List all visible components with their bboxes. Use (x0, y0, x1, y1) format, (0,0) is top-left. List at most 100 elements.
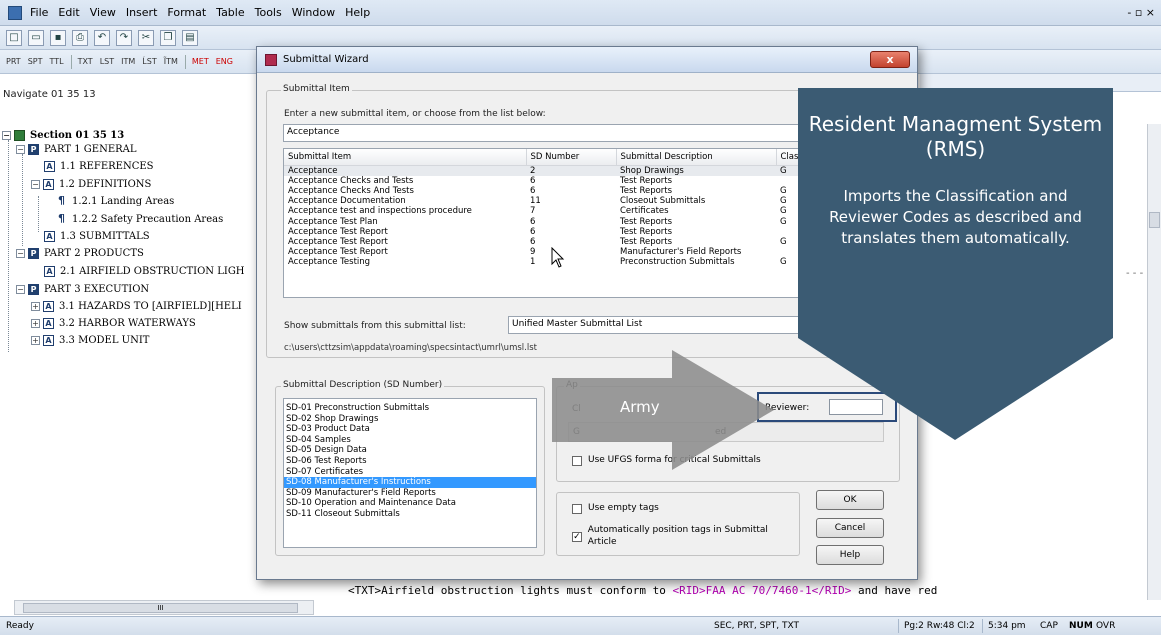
menu-edit[interactable]: Edit (58, 6, 79, 19)
tree-item-part2[interactable]: − P PART 2 PRODUCTS (16, 246, 144, 260)
table-row[interactable]: Acceptance 2 Shop Drawings G (284, 165, 827, 176)
table-cell: 9 (530, 247, 536, 258)
tree-item-airfield-obstruction[interactable]: A 2.1 AIRFIELD OBSTRUCTION LIGH (44, 264, 245, 278)
table-row[interactable]: Acceptance Checks and Tests 6 Test Reports (284, 176, 827, 186)
column-header[interactable]: Submittal Item (284, 149, 527, 166)
tree-item-landing-areas[interactable]: ¶ 1.2.1 Landing Areas (56, 194, 174, 208)
menu-table[interactable]: Table (216, 6, 244, 19)
checkbox-box[interactable] (572, 504, 582, 514)
toolbar-separator (70, 54, 72, 69)
editor-code-line[interactable]: <TXT>Airfield obstruction lights must co… (348, 584, 937, 597)
tag-itm2-button[interactable]: ĨTM (164, 57, 178, 66)
window-controls[interactable]: - ▫ × (1127, 6, 1155, 19)
menu-format[interactable]: Format (167, 6, 206, 19)
tag-lst2-button[interactable]: ĹST (142, 57, 156, 66)
undo-icon[interactable]: ↶ (94, 29, 110, 46)
table-row[interactable]: Acceptance Documentation 11 Closeout Submi… (284, 196, 827, 206)
collapse-icon[interactable]: − (16, 144, 25, 154)
new-file-icon[interactable]: □ (6, 29, 22, 46)
collapse-icon[interactable]: − (2, 130, 11, 140)
tree-item-section[interactable]: − Section 01 35 13 (2, 128, 124, 142)
tree-item-hazards[interactable]: + A 3.1 HAZARDS TO [AIRFIELD][HELI (31, 299, 242, 313)
menu-file[interactable]: File (30, 6, 48, 19)
list-item[interactable]: SD-03 Product Data (284, 424, 536, 435)
help-button[interactable]: Help (816, 545, 884, 565)
cut-icon[interactable]: ✂ (138, 29, 154, 46)
expand-icon[interactable]: + (31, 318, 40, 328)
list-item[interactable]: SD-10 Operation and Maintenance Data (284, 498, 536, 509)
empty-tags-checkbox[interactable]: Use empty tags (572, 503, 659, 514)
tree-item-label: 3.2 HARBOR WATERWAYS (59, 317, 196, 329)
paste-icon[interactable]: ▤ (182, 29, 198, 46)
article-icon: A (43, 317, 54, 329)
submittal-item-grid[interactable]: Submittal Item SD Number Submittal Descr… (283, 148, 828, 298)
open-folder-icon[interactable]: ▭ (28, 29, 44, 46)
editor-vertical-scrollbar[interactable] (1147, 124, 1161, 600)
table-row[interactable]: Acceptance Test Report 6 Test Reports G (284, 237, 827, 247)
menu-insert[interactable]: Insert (126, 6, 158, 19)
tree-item-references[interactable]: A 1.1 REFERENCES (44, 159, 154, 173)
checkbox-box-checked[interactable]: ✓ (572, 532, 582, 542)
scrollbar-thumb[interactable]: III (23, 603, 298, 613)
tree-item-safety-precaution-areas[interactable]: ¶ 1.2.2 Safety Precaution Areas (56, 212, 223, 226)
tag-spt-button[interactable]: SPT (28, 57, 43, 66)
status-tags: SEC, PRT, SPT, TXT (714, 621, 800, 631)
table-row[interactable]: Acceptance test and inspections procedur… (284, 206, 827, 216)
expand-icon[interactable]: + (31, 301, 40, 311)
menu-view[interactable]: View (90, 6, 116, 19)
tree-item-submittals[interactable]: A 1.3 SUBMITTALS (44, 229, 150, 243)
list-item[interactable]: SD-01 Preconstruction Submittals (284, 403, 536, 414)
submittal-item-input[interactable]: Acceptance (283, 124, 828, 142)
tag-lst-button[interactable]: LST (100, 57, 114, 66)
tree-horizontal-scrollbar[interactable]: III (14, 600, 314, 615)
list-item-selected[interactable]: SD-08 Manufacturer's Instructions (284, 477, 536, 488)
expand-icon[interactable]: + (31, 335, 40, 345)
table-cell: Acceptance Checks And Tests (288, 185, 414, 196)
column-header[interactable]: SD Number (526, 149, 617, 166)
tree-item-label: 1.3 SUBMITTALS (60, 230, 150, 242)
collapse-icon[interactable]: − (31, 179, 40, 189)
ok-button[interactable]: OK (816, 490, 884, 510)
submittal-list-select[interactable]: Unified Master Submittal List (508, 316, 828, 334)
tree-item-harbor-waterways[interactable]: + A 3.2 HARBOR WATERWAYS (31, 316, 196, 330)
save-icon[interactable]: ▪ (50, 29, 66, 46)
list-item[interactable]: SD-04 Samples (284, 435, 536, 446)
list-item[interactable]: SD-02 Shop Drawings (284, 414, 536, 425)
tag-met-button[interactable]: MET (192, 57, 209, 66)
tag-prt-button[interactable]: PRT (6, 57, 21, 66)
tag-eng-button[interactable]: ENG (216, 57, 233, 66)
menu-help[interactable]: Help (345, 6, 370, 19)
tree-item-part1[interactable]: − P PART 1 GENERAL (16, 142, 137, 156)
print-icon[interactable]: ⎙ (72, 29, 88, 46)
article-icon: A (43, 300, 54, 312)
tree-item-model-unit[interactable]: + A 3.3 MODEL UNIT (31, 333, 149, 347)
list-item[interactable]: SD-11 Closeout Submittals (284, 509, 536, 520)
scrollbar-thumb[interactable] (1149, 212, 1160, 228)
collapse-icon[interactable]: − (16, 284, 25, 294)
table-cell: 1 (530, 257, 536, 268)
part-icon: P (28, 247, 39, 259)
auto-position-checkbox[interactable]: ✓ Automatically position tags in Submitt… (572, 524, 792, 548)
table-cell: Acceptance Test Plan (288, 216, 378, 227)
collapse-icon[interactable]: − (16, 248, 25, 258)
menu-tools[interactable]: Tools (255, 6, 282, 19)
tag-itm-button[interactable]: ITM (121, 57, 135, 66)
table-row[interactable]: Acceptance Test Plan 6 Test Reports G (284, 217, 827, 227)
close-button[interactable]: x (870, 51, 910, 68)
list-item[interactable]: SD-06 Test Reports (284, 456, 536, 467)
cancel-button[interactable]: Cancel (816, 518, 884, 538)
tag-ttl-button[interactable]: TTL (49, 57, 63, 66)
table-row[interactable]: Acceptance Test Report 6 Test Reports (284, 227, 827, 237)
tree-item-part3[interactable]: − P PART 3 EXECUTION (16, 282, 149, 296)
copy-icon[interactable]: ❐ (160, 29, 176, 46)
list-item[interactable]: SD-05 Design Data (284, 445, 536, 456)
redo-icon[interactable]: ↷ (116, 29, 132, 46)
tag-txt-button[interactable]: TXT (78, 57, 93, 66)
menu-window[interactable]: Window (292, 6, 335, 19)
submittal-description-list[interactable]: SD-01 Preconstruction Submittals SD-02 S… (283, 398, 537, 548)
table-row[interactable]: Acceptance Checks And Tests 6 Test Reports… (284, 186, 827, 196)
column-header[interactable]: Submittal Description (616, 149, 777, 166)
list-item[interactable]: SD-09 Manufacturer's Field Reports (284, 488, 536, 499)
tree-item-definitions[interactable]: − A 1.2 DEFINITIONS (31, 177, 151, 191)
list-item[interactable]: SD-07 Certificates (284, 467, 536, 478)
